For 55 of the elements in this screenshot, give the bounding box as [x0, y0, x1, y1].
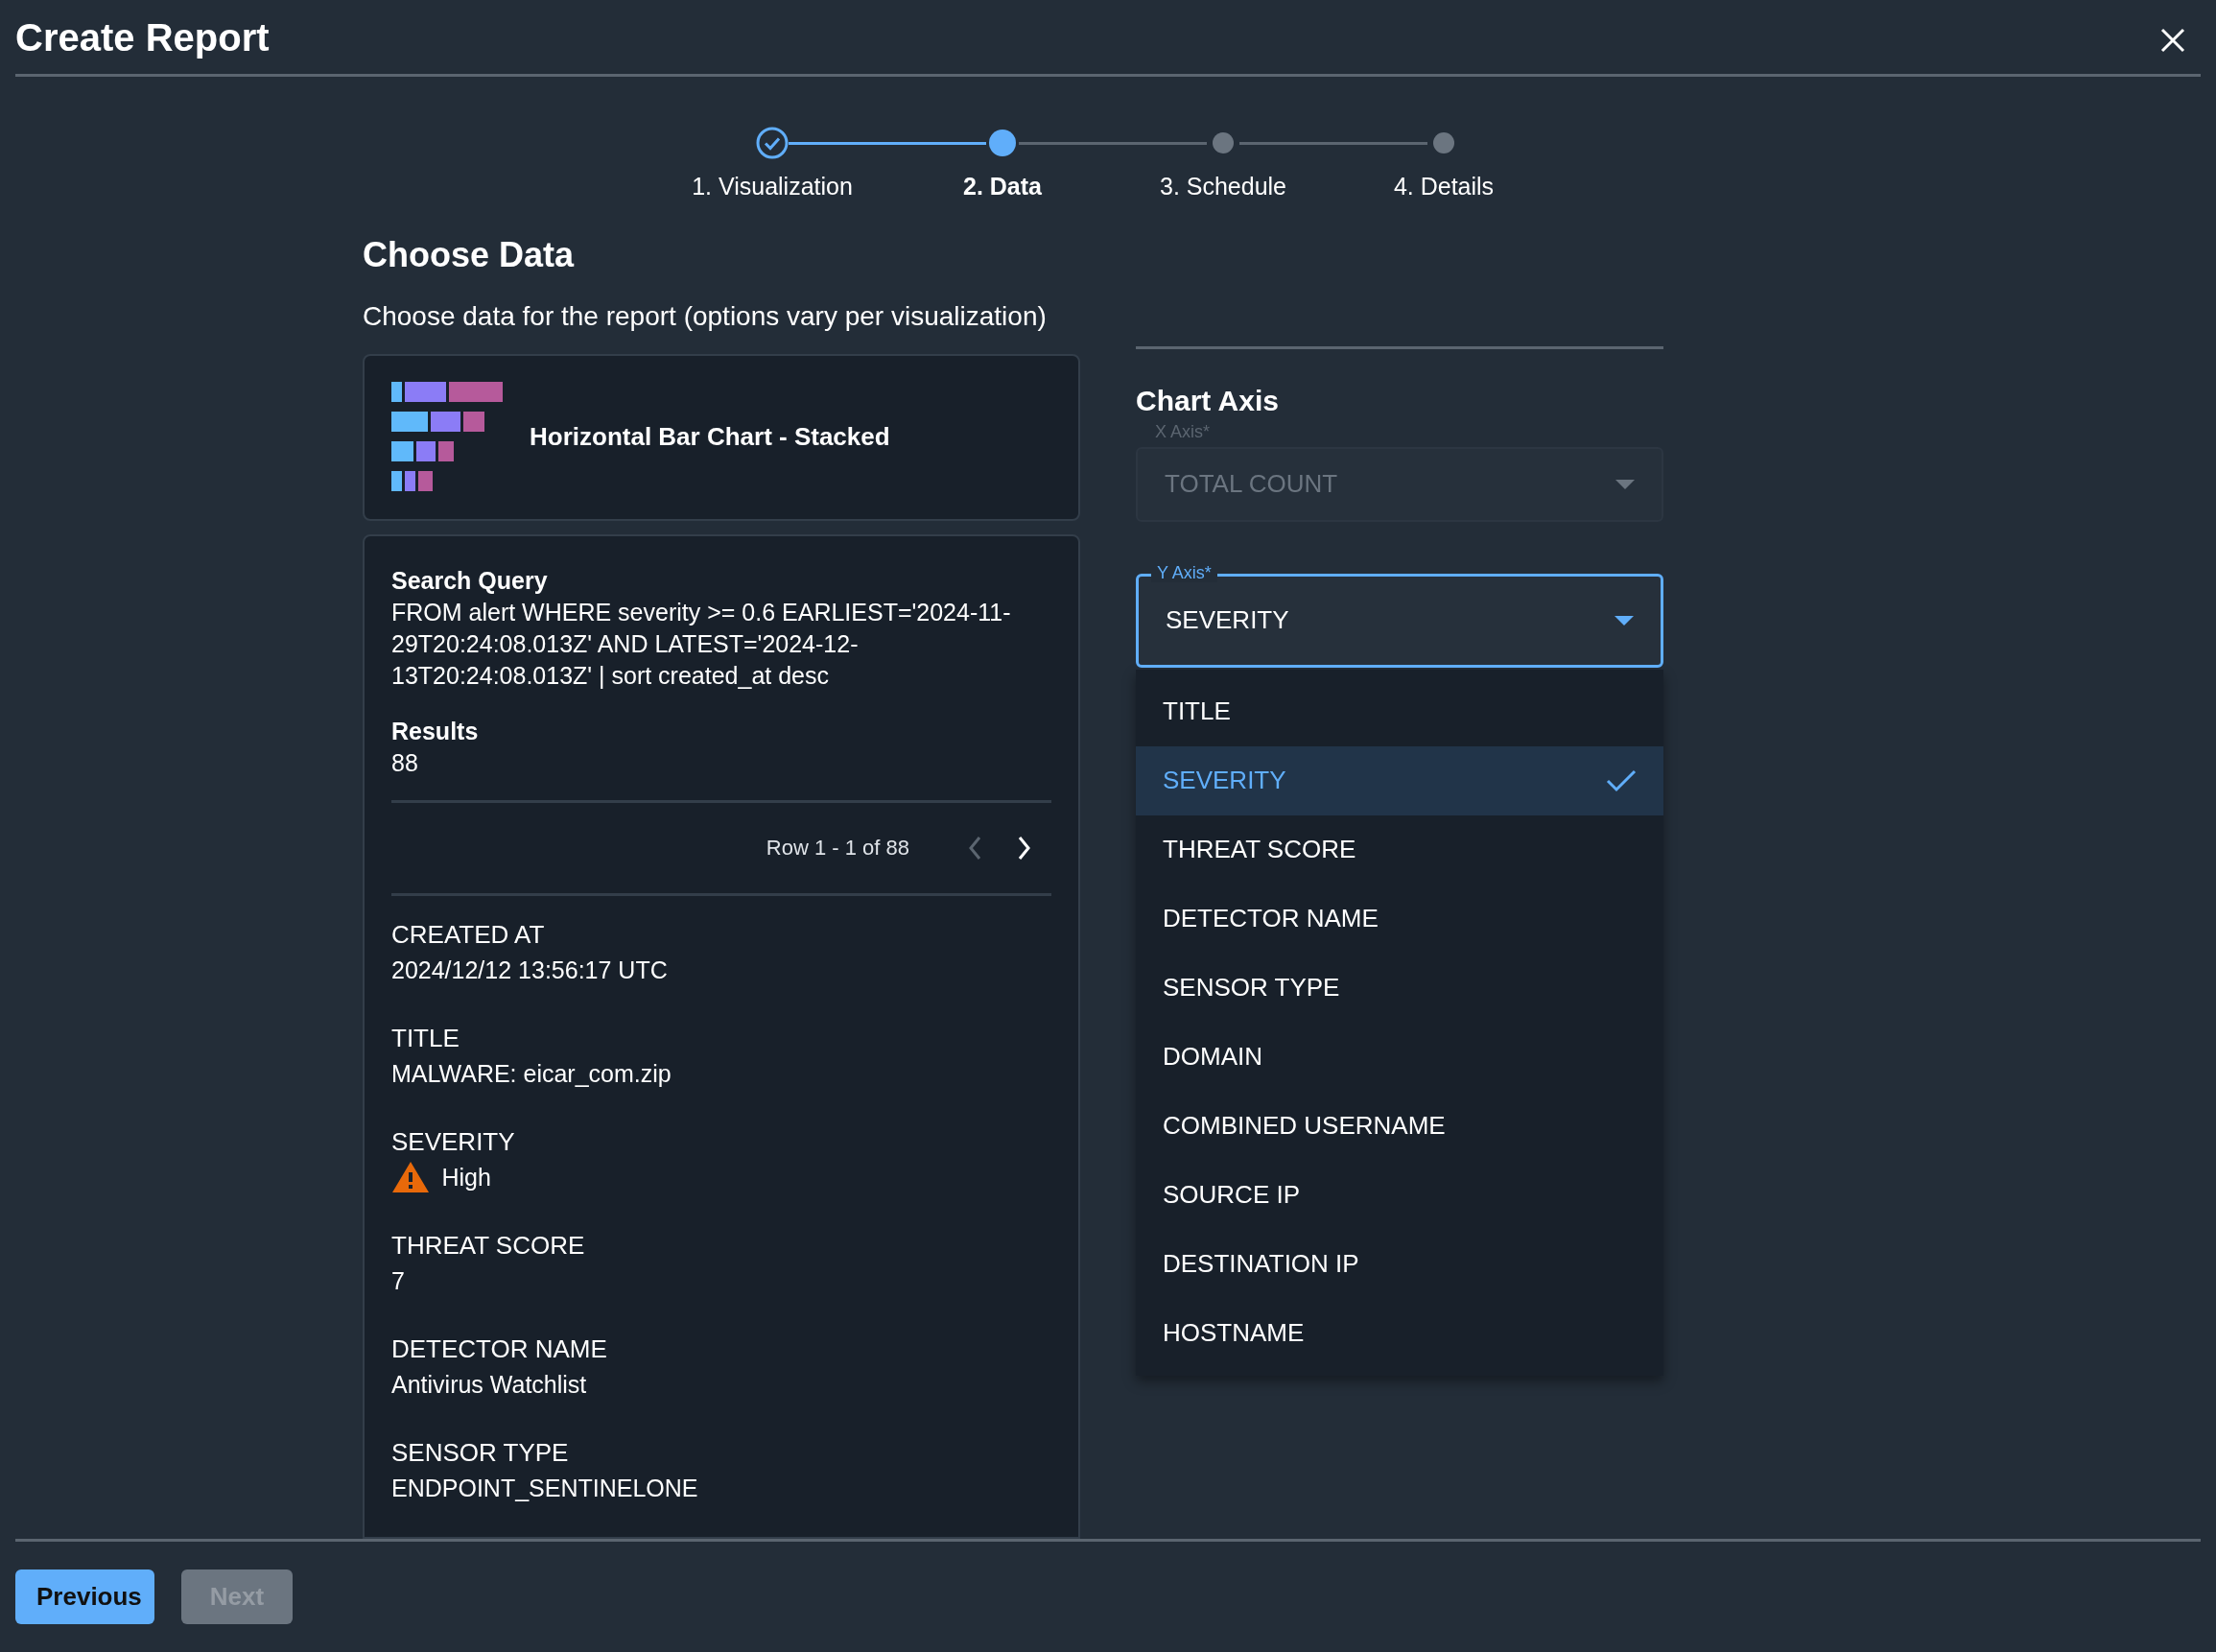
dropdown-option[interactable]: DOMAIN: [1136, 1022, 1663, 1092]
checkmark-icon: [1606, 768, 1637, 792]
field-value: ENDPOINT_SENTINELONE: [391, 1473, 699, 1503]
dropdown-option[interactable]: TITLE: [1136, 676, 1663, 746]
chart-axis-heading: Chart Axis: [1136, 345, 1663, 418]
dropdown-option[interactable]: DETECTOR NAME: [1136, 884, 1663, 954]
option-label: THREAT SCORE: [1163, 834, 1356, 865]
field-label: SEVERITY: [391, 1125, 516, 1158]
option-label: SEVERITY: [1163, 765, 1286, 796]
field-value: High: [441, 1162, 491, 1192]
results-count: 88: [391, 747, 419, 778]
stacked-bar-chart-icon: [391, 381, 503, 493]
field-value: 2024/12/12 13:56:17 UTC: [391, 955, 669, 985]
visualization-name: Horizontal Bar Chart - Stacked: [530, 421, 890, 454]
field-label: SENSOR TYPE: [391, 1436, 570, 1469]
wizard-button[interactable]: Previous: [15, 1569, 154, 1624]
select-value: TOTAL COUNT: [1165, 468, 1338, 500]
dropdown-option[interactable]: SOURCE IP: [1136, 1160, 1663, 1230]
dropdown-option[interactable]: HOSTNAME: [1136, 1298, 1663, 1368]
step-label: 1. Visualization: [692, 172, 853, 201]
step-label: 3. Schedule: [1160, 172, 1287, 201]
dropdown-option[interactable]: COMBINED USERNAME: [1136, 1091, 1663, 1161]
option-label: DESTINATION IP: [1163, 1248, 1359, 1280]
field-label: DETECTOR NAME: [391, 1333, 608, 1365]
warning-icon: [391, 1161, 430, 1194]
field-label: X Axis*: [1154, 421, 1212, 441]
option-label: DETECTOR NAME: [1163, 903, 1379, 934]
dialog-title: Create Report: [15, 14, 270, 60]
results-label: Results: [391, 716, 480, 746]
pagination-text: Row 1 - 1 of 88: [766, 835, 909, 862]
option-label: DOMAIN: [1163, 1041, 1262, 1073]
field-value: 7: [391, 1265, 406, 1296]
option-label: SOURCE IP: [1163, 1179, 1301, 1211]
option-label: SENSOR TYPE: [1163, 972, 1340, 1003]
section-heading: Choose Data: [363, 233, 576, 275]
query-text: FROM alert WHERE severity >= 0.6 EARLIEST='2024-11-29T20:24:08.013Z' AND LATEST='2024-12-13T20:24:08.013Z' | sort created_at desc: [391, 597, 1012, 691]
field-value: MALWARE: eicar_com.zip: [391, 1058, 672, 1089]
dropdown-option[interactable]: THREAT SCORE: [1136, 814, 1663, 885]
field-value: Antivirus Watchlist: [391, 1369, 588, 1400]
dropdown-option[interactable]: SEVERITY: [1136, 745, 1663, 815]
field-label: TITLE: [391, 1022, 460, 1054]
option-label: HOSTNAME: [1163, 1317, 1305, 1349]
step-label: 2. Data: [963, 172, 1042, 201]
query-label: Search Query: [391, 565, 549, 596]
section-subtitle: Choose data for the report (options vary per visualization): [363, 299, 1048, 333]
step-label: 4. Details: [1393, 172, 1495, 201]
select-value: SEVERITY: [1166, 604, 1289, 636]
field-label: CREATED AT: [391, 918, 546, 951]
option-label: COMBINED USERNAME: [1163, 1110, 1446, 1142]
caret-down-icon: [1615, 479, 1635, 489]
dropdown-option[interactable]: DESTINATION IP: [1136, 1229, 1663, 1299]
dropdown-option[interactable]: SENSOR TYPE: [1136, 953, 1663, 1023]
field-label: THREAT SCORE: [391, 1229, 586, 1262]
caret-down-icon: [1615, 615, 1634, 625]
option-label: TITLE: [1163, 696, 1231, 727]
